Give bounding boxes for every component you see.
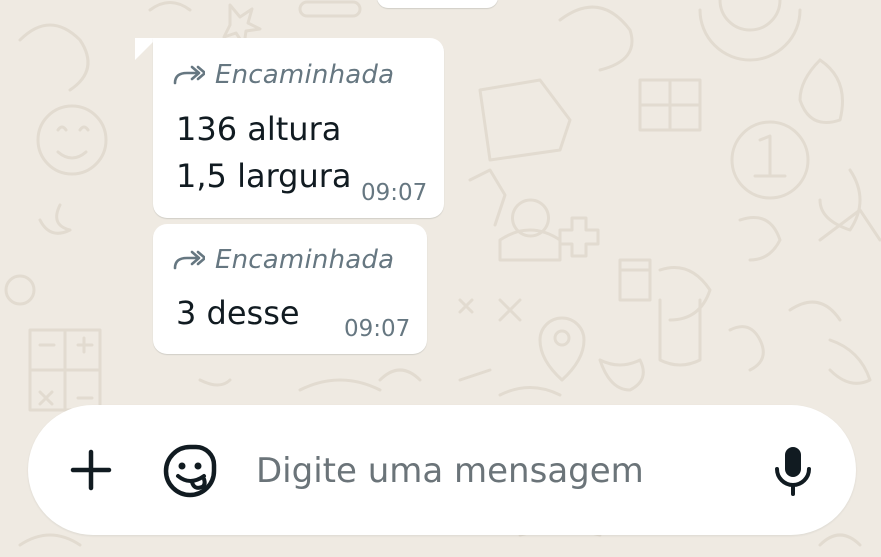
- message-input[interactable]: [256, 449, 736, 493]
- message-bubble[interactable]: Encaminhada 136 altura 1,5 largura 09:07: [153, 38, 444, 218]
- chat-background: Encaminhada 136 altura 1,5 largura 09:07…: [0, 0, 881, 557]
- message-time: 09:07: [344, 316, 411, 342]
- message-composer: [28, 405, 856, 535]
- previous-message-bubble: [377, 0, 498, 8]
- forwarded-label: Encaminhada: [215, 245, 395, 275]
- message-bubble[interactable]: Encaminhada 3 desse 09:07: [153, 224, 427, 354]
- forward-arrow-icon: [173, 65, 205, 85]
- message-time: 09:07: [361, 180, 428, 206]
- forward-arrow-icon: [173, 250, 205, 270]
- sticker-icon: [163, 444, 217, 498]
- forwarded-label-row: Encaminhada: [171, 245, 394, 275]
- sticker-button[interactable]: [162, 443, 218, 499]
- message-text-line: 1,5 largura: [176, 157, 352, 195]
- attach-button[interactable]: [66, 445, 116, 495]
- voice-message-button[interactable]: [766, 443, 820, 499]
- plus-icon: [70, 449, 112, 491]
- message-text-line: 3 desse: [176, 294, 300, 332]
- forwarded-label: Encaminhada: [215, 60, 395, 90]
- microphone-icon: [775, 447, 811, 496]
- message-text-line: 136 altura: [176, 110, 342, 148]
- forwarded-label-row: Encaminhada: [171, 60, 394, 90]
